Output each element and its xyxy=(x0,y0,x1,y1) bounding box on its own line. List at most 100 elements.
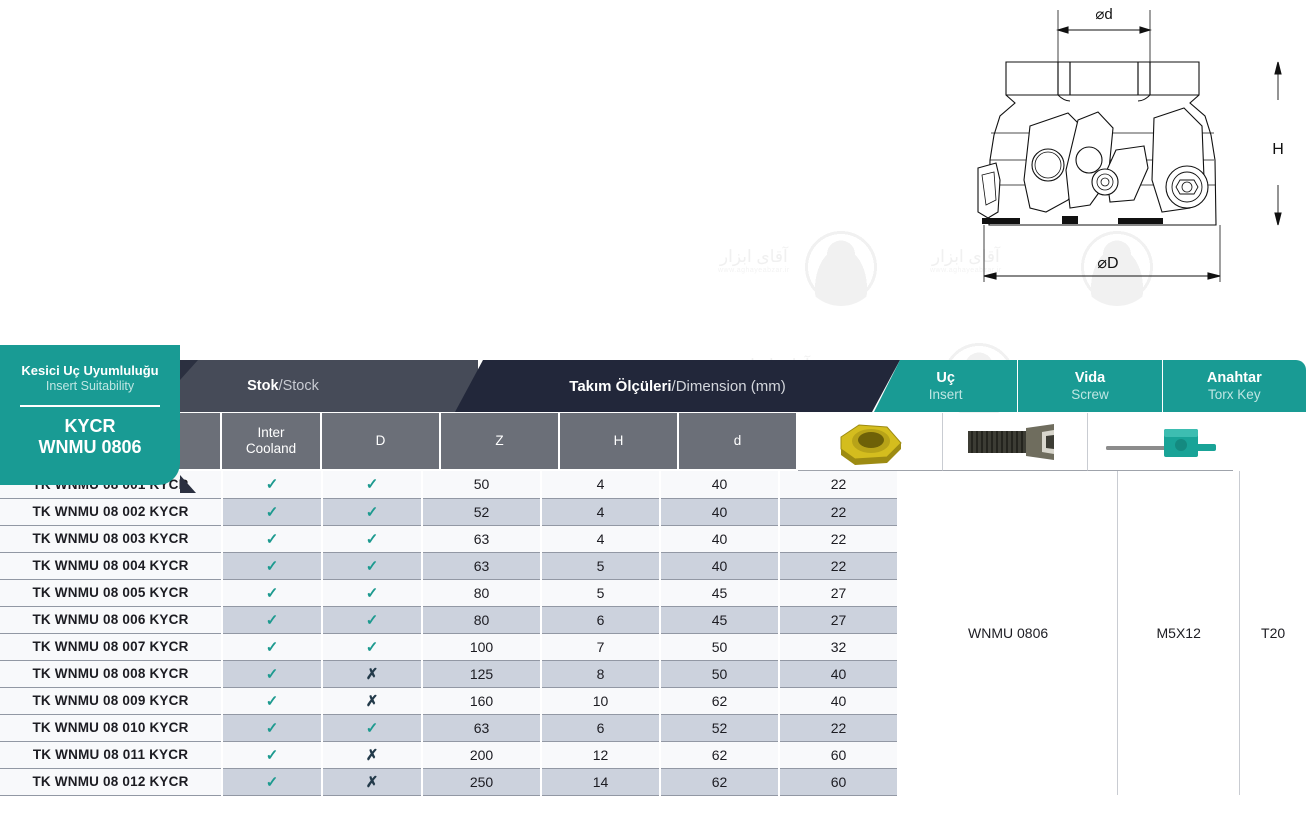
value-Z: 4 xyxy=(541,471,661,499)
subheader-H: H xyxy=(560,413,679,471)
coolant-cross-icon: ✗ xyxy=(365,665,379,683)
product-code-cell[interactable]: TK WNMU 08 002 KYCR xyxy=(0,498,223,526)
value-Z: 8 xyxy=(541,660,661,688)
coolant-cell: ✓ xyxy=(322,525,423,553)
value-D: 250 xyxy=(422,768,542,796)
subheader-d: d xyxy=(679,413,798,471)
stock-check-icon: ✓ xyxy=(265,638,279,656)
product-code-cell[interactable]: TK WNMU 08 012 KYCR xyxy=(0,768,223,796)
value-D: 63 xyxy=(422,552,542,580)
torx-key-icon xyxy=(1105,428,1216,457)
value-d: 22 xyxy=(779,471,899,499)
value-d: 22 xyxy=(779,525,899,553)
table-body: TK WNMU 08 001 KYCR ✓ ✓ 50 4 40 22 WNMU … xyxy=(0,471,1306,796)
value-Z: 4 xyxy=(541,498,661,526)
header-stock-tr: Stok xyxy=(247,378,279,394)
insert-suitability-title-en: Insert Suitability xyxy=(45,379,135,394)
value-Z: 5 xyxy=(541,579,661,607)
coolant-cell: ✓ xyxy=(322,471,423,499)
product-code-cell[interactable]: TK WNMU 08 008 KYCR xyxy=(0,660,223,688)
stock-check-icon: ✓ xyxy=(265,503,279,521)
coolant-cross-icon: ✗ xyxy=(365,746,379,764)
value-d: 27 xyxy=(779,606,899,634)
coolant-cell: ✗ xyxy=(322,660,423,688)
value-D: 160 xyxy=(422,687,542,715)
value-d: 22 xyxy=(779,714,899,742)
stock-cell: ✓ xyxy=(222,579,323,607)
stock-cell: ✓ xyxy=(222,552,323,580)
value-Z: 5 xyxy=(541,552,661,580)
value-Z: 7 xyxy=(541,633,661,661)
stock-check-icon: ✓ xyxy=(265,530,279,548)
subheader-Z-label: Z xyxy=(495,432,504,448)
stock-cell: ✓ xyxy=(222,471,323,499)
coolant-cell: ✓ xyxy=(322,633,423,661)
coolant-check-icon: ✓ xyxy=(365,530,379,548)
stock-cell: ✓ xyxy=(222,768,323,796)
value-H: 40 xyxy=(660,552,780,580)
value-d: 32 xyxy=(779,633,899,661)
header-group-key: Anahtar Torx Key xyxy=(1163,360,1306,412)
product-code-cell[interactable]: TK WNMU 08 003 KYCR xyxy=(0,525,223,553)
insert-suitability-block: Kesici Uç Uyumluluğu Insert Suitability … xyxy=(0,345,180,485)
value-D: 80 xyxy=(422,606,542,634)
coolant-cell: ✓ xyxy=(322,714,423,742)
subheader-d-label: d xyxy=(733,432,742,448)
stock-check-icon: ✓ xyxy=(265,611,279,629)
subheader-coolant-line2: Cooland xyxy=(245,441,297,456)
subheader-coolant-line1: Inter xyxy=(257,424,285,440)
coolant-check-icon: ✓ xyxy=(365,476,379,494)
coolant-cell: ✗ xyxy=(322,741,423,769)
value-Z: 6 xyxy=(541,606,661,634)
value-d: 22 xyxy=(779,498,899,526)
product-code-cell[interactable]: TK WNMU 08 011 KYCR xyxy=(0,741,223,769)
stock-check-icon: ✓ xyxy=(265,557,279,575)
value-d: 22 xyxy=(779,552,899,580)
value-D: 100 xyxy=(422,633,542,661)
product-code-cell[interactable]: TK WNMU 08 006 KYCR xyxy=(0,606,223,634)
product-code-cell[interactable]: TK WNMU 08 004 KYCR xyxy=(0,552,223,580)
header-corner-notch xyxy=(180,360,198,380)
coolant-cross-icon: ✗ xyxy=(365,773,379,791)
header-group-key-en: Torx Key xyxy=(1208,386,1261,402)
product-code-cell[interactable]: TK WNMU 08 005 KYCR xyxy=(0,579,223,607)
value-D: 50 xyxy=(422,471,542,499)
value-H: 45 xyxy=(660,579,780,607)
insert-value-cell: WNMU 0806 xyxy=(898,471,1119,795)
value-Z: 4 xyxy=(541,525,661,553)
stock-check-icon: ✓ xyxy=(265,584,279,602)
dimension-label-bore: ⌀d xyxy=(1095,6,1112,23)
watermark-text: آقای ابزار www.aghayeabzar.ir xyxy=(718,246,790,276)
value-Z: 6 xyxy=(541,714,661,742)
value-d: 60 xyxy=(779,741,899,769)
header-group-screw-tr: Vida xyxy=(1074,370,1106,387)
insert-suitability-code-line2: WNMU 0806 xyxy=(38,437,142,458)
watermark-seal xyxy=(802,228,880,306)
header-accessory-groups: Uç Insert Vida Screw Anahtar Torx Key xyxy=(874,360,1306,412)
torx-screw-icon xyxy=(968,423,1054,460)
coolant-cell: ✓ xyxy=(322,552,423,580)
coolant-check-icon: ✓ xyxy=(365,719,379,737)
watermark-label: آقای ابزار xyxy=(719,247,788,266)
value-d: 27 xyxy=(779,579,899,607)
table-subheader-row: Inter Cooland D Z H d xyxy=(88,413,1306,471)
value-D: 63 xyxy=(422,714,542,742)
product-code-cell[interactable]: TK WNMU 08 009 KYCR xyxy=(0,687,223,715)
value-Z: 12 xyxy=(541,741,661,769)
stock-cell: ✓ xyxy=(222,714,323,742)
value-H: 40 xyxy=(660,498,780,526)
header-corner-notch-lower xyxy=(180,475,196,493)
value-D: 63 xyxy=(422,525,542,553)
subheader-D-label: D xyxy=(375,432,386,448)
stock-check-icon: ✓ xyxy=(265,476,279,494)
subheader-H-label: H xyxy=(613,432,624,448)
screw-value-cell: M5X12 xyxy=(1117,471,1241,795)
torx-key-icon-cell xyxy=(1088,413,1233,471)
product-code-cell[interactable]: TK WNMU 08 010 KYCR xyxy=(0,714,223,742)
dimension-label-height: H xyxy=(1272,141,1284,158)
coolant-check-icon: ✓ xyxy=(365,503,379,521)
header-group-insert-tr: Uç xyxy=(936,370,955,387)
stock-check-icon: ✓ xyxy=(265,692,279,710)
product-code-cell[interactable]: TK WNMU 08 007 KYCR xyxy=(0,633,223,661)
value-H: 40 xyxy=(660,525,780,553)
